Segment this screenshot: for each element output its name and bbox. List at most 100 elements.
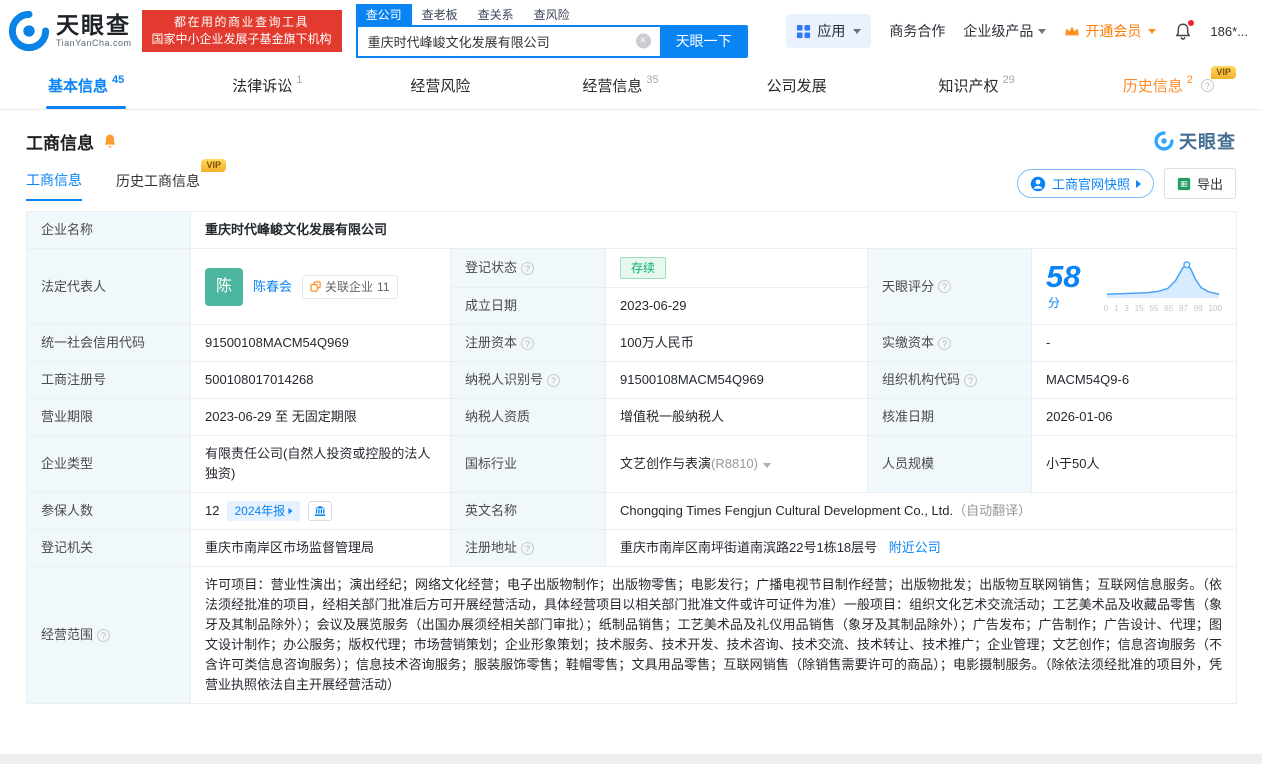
apps-label: 应用 xyxy=(817,23,846,39)
help-icon[interactable] xyxy=(964,373,978,387)
related-companies-badge[interactable]: 关联企业 11 xyxy=(302,274,398,299)
field-label: 成立日期 xyxy=(450,287,606,325)
search-tab-company[interactable]: 查公司 xyxy=(355,4,412,25)
auto-translate-note: （自动翻译） xyxy=(953,503,1032,518)
chevron-down-icon xyxy=(1148,28,1157,34)
subtab-row: 工商信息 历史工商信息 VIP 工商官网快照 导出 xyxy=(0,158,1262,201)
table-row: 企业名称 重庆时代峰峻文化发展有限公司 xyxy=(26,211,1237,249)
field-label: 天眼评分 xyxy=(867,248,1032,325)
business-cooperation-link[interactable]: 商务合作 xyxy=(889,21,945,41)
tab-operation-info[interactable]: 经营信息 35 xyxy=(574,62,666,109)
help-icon[interactable] xyxy=(521,261,535,275)
notification-dot xyxy=(1188,20,1195,26)
business-term-value: 2023-06-29 至 无固定期限 xyxy=(190,398,451,436)
help-icon[interactable] xyxy=(547,373,561,387)
business-scope-value: 许可项目：营业性演出；演出经纪；网络文化经营；电子出版物制作；出版物零售；电影发… xyxy=(190,566,1237,704)
nearby-companies-link[interactable]: 附近公司 xyxy=(889,540,941,555)
table-row: 法定代表人 陈 陈春会 关联企业 11 登记状态 存续 天眼评分 xyxy=(26,248,1237,325)
official-snapshot-button[interactable]: 工商官网快照 xyxy=(1016,169,1154,198)
tab-count: 35 xyxy=(646,74,659,86)
business-info-table: 企业名称 重庆时代峰峻文化发展有限公司 法定代表人 陈 陈春会 关联企业 11 … xyxy=(26,211,1237,704)
chevron-down-icon xyxy=(853,28,862,34)
field-label: 注册地址 xyxy=(450,529,606,567)
subtab-history-business-info[interactable]: 历史工商信息 VIP xyxy=(116,159,226,200)
subtab-business-info[interactable]: 工商信息 xyxy=(26,166,82,201)
tab-label: 知识产权 xyxy=(938,78,999,95)
table-row: 企业类型 有限责任公司(自然人投资或控股的法人独资) 国标行业 文艺创作与表演(… xyxy=(26,435,1237,493)
vip-badge: VIP xyxy=(201,159,226,172)
industry-code: (R8810) xyxy=(711,456,758,471)
field-label: 企业类型 xyxy=(26,435,191,493)
search-tab-boss[interactable]: 查老板 xyxy=(412,4,468,25)
export-button[interactable]: 导出 xyxy=(1163,168,1236,199)
company-detail-tabs: 基本信息 45 法律诉讼 1 经营风险 经营信息 35 公司发展 知识产权 29… xyxy=(0,62,1262,110)
export-label: 导出 xyxy=(1196,177,1223,192)
table-row: 工商注册号 500108017014268 纳税人识别号 91500108MAC… xyxy=(26,361,1237,399)
avatar[interactable]: 陈 xyxy=(205,267,243,306)
field-label: 工商注册号 xyxy=(26,361,191,399)
legal-rep-link[interactable]: 陈春会 xyxy=(253,277,292,297)
tab-company-development[interactable]: 公司发展 xyxy=(759,62,839,109)
reg-status-cell: 存续 xyxy=(605,248,868,288)
help-icon[interactable] xyxy=(97,628,111,642)
tab-label: 经营风险 xyxy=(410,78,471,95)
chevron-right-icon xyxy=(1135,179,1141,188)
credit-code-value: 91500108MACM54Q969 xyxy=(190,324,451,362)
taxpayer-id-value: 91500108MACM54Q969 xyxy=(605,361,868,399)
brand-logo[interactable]: 天眼查 TianYanCha.com xyxy=(8,10,132,52)
field-label: 实缴资本 xyxy=(867,324,1032,362)
subscribe-bell-icon[interactable] xyxy=(102,133,118,149)
tab-count: 1 xyxy=(296,74,303,86)
chevron-down-icon[interactable] xyxy=(762,463,771,468)
open-vip-menu[interactable]: 开通会员 xyxy=(1064,21,1157,41)
english-name-cell: Chongqing Times Fengjun Cultural Develop… xyxy=(605,492,1237,530)
company-name-value: 重庆时代峰峻文化发展有限公司 xyxy=(190,211,1237,249)
tab-history-info[interactable]: 历史信息 2 VIP xyxy=(1115,62,1236,109)
tab-basic-info[interactable]: 基本信息 45 xyxy=(40,62,132,109)
enterprise-products-menu[interactable]: 企业级产品 xyxy=(963,21,1047,41)
org-code-value: MACM54Q9-6 xyxy=(1031,361,1237,399)
tianyancha-logo-icon xyxy=(8,10,50,52)
watermark-logo: 天眼查 xyxy=(1154,128,1236,154)
english-name-value: Chongqing Times Fengjun Cultural Develop… xyxy=(620,503,954,518)
vip-badge: VIP xyxy=(1211,66,1236,79)
field-label: 企业名称 xyxy=(26,211,191,249)
field-label: 登记机关 xyxy=(26,529,191,567)
field-label: 英文名称 xyxy=(450,492,606,530)
field-label: 国标行业 xyxy=(450,435,606,493)
clear-search-icon[interactable] xyxy=(635,33,651,49)
field-label: 法定代表人 xyxy=(26,248,191,325)
help-icon[interactable] xyxy=(521,541,535,555)
search-tab-relation[interactable]: 查关系 xyxy=(468,4,524,25)
score-sparkline-chart: 0 1 3 15 55 65 97 99 100 xyxy=(1104,260,1222,313)
tab-intellectual-property[interactable]: 知识产权 29 xyxy=(931,62,1023,109)
search-button[interactable]: 天眼一下 xyxy=(659,24,748,58)
open-vip-label: 开通会员 xyxy=(1085,23,1142,39)
help-icon[interactable] xyxy=(521,336,535,350)
field-label: 人员规模 xyxy=(867,435,1032,493)
field-label: 纳税人识别号 xyxy=(450,361,606,399)
score-axis-labels: 0 1 3 15 55 65 97 99 100 xyxy=(1103,304,1222,313)
watermark-text: 天眼查 xyxy=(1179,132,1236,152)
notification-bell-icon[interactable] xyxy=(1174,20,1195,40)
related-label: 关联企业 xyxy=(325,279,374,294)
field-label: 参保人数 xyxy=(26,492,191,530)
link-icon xyxy=(310,281,321,292)
search-input[interactable] xyxy=(355,24,660,58)
social-insurance-agency-icon[interactable] xyxy=(308,501,333,521)
tab-count: 45 xyxy=(112,74,125,86)
help-icon[interactable] xyxy=(938,336,952,350)
tab-label: 经营信息 xyxy=(582,78,643,95)
user-phone[interactable]: 186*... xyxy=(1210,24,1248,39)
tab-label: 基本信息 xyxy=(48,78,109,95)
help-icon[interactable] xyxy=(1200,79,1214,92)
help-icon[interactable] xyxy=(938,280,952,293)
annual-report-badge[interactable]: 2024年报 xyxy=(227,501,301,521)
tab-legal-litigation[interactable]: 法律诉讼 1 xyxy=(224,62,310,109)
search-tab-risk[interactable]: 查风险 xyxy=(524,4,580,25)
approval-date-value: 2026-01-06 xyxy=(1031,398,1237,436)
top-header: 天眼查 TianYanCha.com 都在用的商业查询工具 国家中小企业发展子基… xyxy=(0,0,1262,62)
insured-cell: 12 2024年报 xyxy=(190,492,451,530)
tab-operation-risk[interactable]: 经营风险 xyxy=(402,62,482,109)
apps-menu[interactable]: 应用 xyxy=(786,14,872,48)
